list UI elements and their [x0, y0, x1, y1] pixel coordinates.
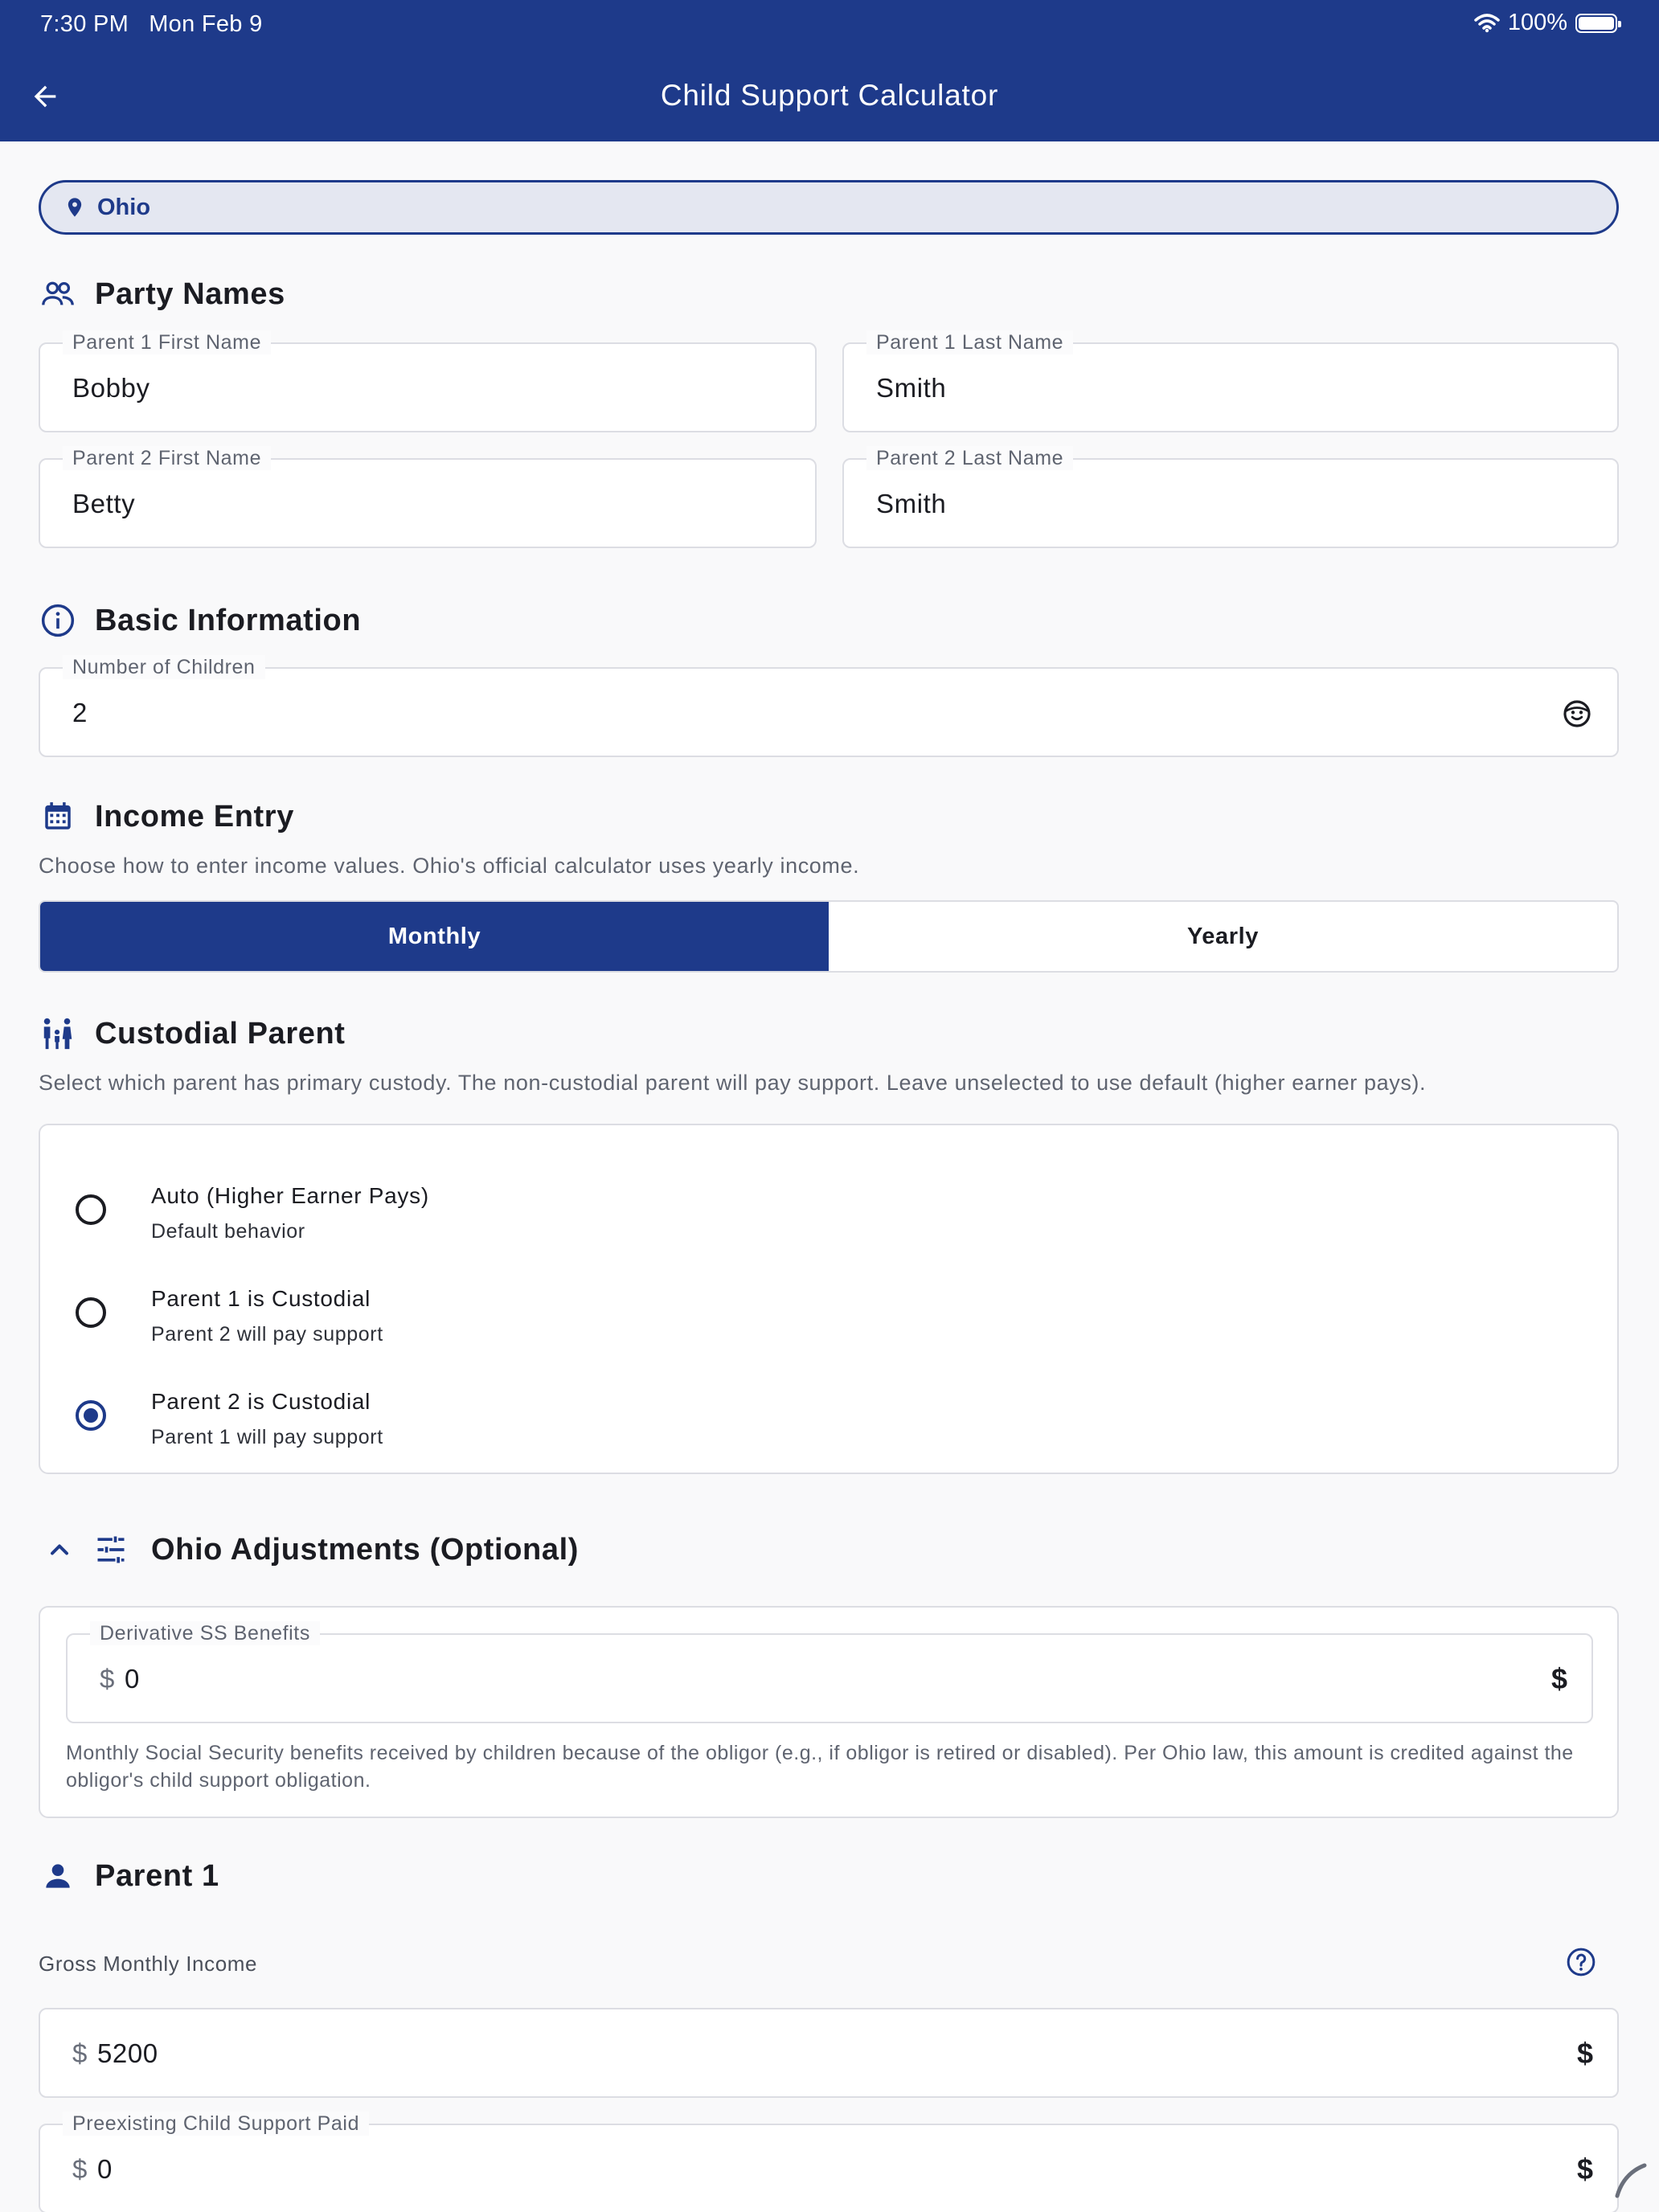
option-title: Parent 2 is Custodial — [151, 1389, 371, 1414]
custodial-helper: Select which parent has primary custody.… — [39, 1071, 1427, 1095]
adjustments-card: Derivative SS Benefits $0 $ Monthly Soci… — [39, 1606, 1619, 1818]
field-value: Bobby — [72, 373, 150, 403]
section-title: Income Entry — [95, 799, 294, 834]
help-circle-icon[interactable] — [1566, 1947, 1596, 1977]
section-title: Parent 1 — [95, 1858, 219, 1893]
monthly-option[interactable]: Monthly — [40, 902, 829, 971]
parent1-header: Parent 1 — [39, 1857, 219, 1895]
option-subtitle: Parent 2 will pay support — [151, 1323, 383, 1346]
person-icon — [46, 1864, 70, 1888]
income-entry-helper: Choose how to enter income values. Ohio'… — [39, 854, 860, 878]
location-pin-icon — [68, 198, 82, 217]
app-bar: 7:30 PM Mon Feb 9 100% Child Support Cal… — [0, 0, 1659, 141]
parent1-last-name-field[interactable]: Parent 1 Last Name Smith — [842, 330, 1619, 432]
custodial-option-parent1[interactable]: Parent 1 is Custodial Parent 2 will pay … — [40, 1270, 1617, 1358]
field-label: Parent 2 Last Name — [866, 446, 1074, 470]
section-title: Basic Information — [95, 603, 362, 637]
field-label: Preexisting Child Support Paid — [63, 2112, 370, 2136]
field-value: Smith — [876, 489, 947, 518]
custodial-options-card: Auto (Higher Earner Pays) Default behavi… — [39, 1124, 1619, 1474]
option-subtitle: Parent 1 will pay support — [151, 1426, 383, 1448]
radio-button[interactable] — [76, 1297, 106, 1328]
field-label: Parent 1 Last Name — [866, 330, 1074, 354]
income-period-toggle: Monthly Yearly — [39, 900, 1619, 973]
child-face-icon — [1563, 700, 1591, 727]
field-value: $5200 — [72, 2038, 158, 2068]
party-names-header: Party Names — [39, 275, 285, 313]
status-time: 7:30 PM Mon Feb 9 — [40, 11, 263, 37]
page-title: Child Support Calculator — [660, 79, 999, 112]
battery-percent: 100% — [1507, 10, 1567, 35]
field-value: $0 — [72, 2154, 113, 2184]
gross-monthly-income-field[interactable]: $5200 $ — [39, 2008, 1619, 2098]
radio-button[interactable] — [76, 1194, 106, 1225]
battery-icon — [1575, 13, 1621, 33]
wifi-icon — [1474, 13, 1500, 32]
ss-benefits-help: Monthly Social Security benefits receive… — [66, 1742, 1574, 1792]
parent2-last-name-field[interactable]: Parent 2 Last Name Smith — [842, 446, 1619, 548]
state-label: Ohio — [97, 194, 151, 220]
basic-info-header: Basic Information — [39, 601, 361, 640]
option-title: Parent 1 is Custodial — [151, 1286, 371, 1311]
field-label: Derivative SS Benefits — [90, 1621, 320, 1645]
family-icon — [43, 1018, 72, 1050]
preexisting-child-support-field[interactable]: Preexisting Child Support Paid $0 $ — [39, 2112, 1619, 2212]
field-value: $0 — [100, 1664, 140, 1694]
custodial-option-auto[interactable]: Auto (Higher Earner Pays) Default behavi… — [40, 1167, 1617, 1256]
parent1-first-name-field[interactable]: Parent 1 First Name Bobby — [39, 330, 817, 432]
custodial-parent-header: Custodial Parent — [39, 1014, 346, 1053]
chevron-up-icon — [51, 1544, 68, 1555]
yearly-option[interactable]: Yearly — [829, 902, 1617, 971]
adjustments-header[interactable]: Ohio Adjustments (Optional) — [45, 1532, 579, 1567]
field-value: 2 — [72, 698, 88, 727]
section-title: Custodial Parent — [95, 1016, 346, 1051]
field-value: Smith — [876, 373, 947, 403]
info-icon — [41, 604, 75, 637]
number-of-children-field[interactable]: Number of Children 2 — [39, 655, 1619, 757]
status-indicators: 100% — [1474, 10, 1621, 36]
gross-income-label: Gross Monthly Income — [39, 1952, 258, 1976]
custodial-option-parent2[interactable]: Parent 2 is Custodial Parent 1 will pay … — [40, 1373, 1617, 1461]
income-entry-header: Income Entry — [39, 797, 294, 836]
tune-icon — [97, 1536, 125, 1563]
derivative-ss-benefits-field[interactable]: Derivative SS Benefits $0 $ — [66, 1621, 1593, 1723]
section-title: Ohio Adjustments (Optional) — [151, 1532, 579, 1567]
field-value: Betty — [72, 489, 136, 518]
radio-button-selected[interactable] — [76, 1400, 106, 1431]
field-label: Number of Children — [63, 655, 265, 679]
state-selector[interactable]: Ohio — [39, 180, 1619, 235]
calendar-icon — [45, 802, 71, 830]
dollar-icon: $ — [1576, 2037, 1593, 2070]
field-label: Parent 2 First Name — [63, 446, 272, 470]
parent2-first-name-field[interactable]: Parent 2 First Name Betty — [39, 446, 817, 548]
dollar-icon: $ — [1576, 2153, 1593, 2185]
people-icon — [42, 281, 74, 305]
field-label: Parent 1 First Name — [63, 330, 272, 354]
option-subtitle: Default behavior — [151, 1220, 305, 1243]
dollar-icon: $ — [1550, 1662, 1567, 1695]
scroll-indicator[interactable] — [1612, 2154, 1648, 2202]
option-title: Auto (Higher Earner Pays) — [151, 1183, 429, 1208]
section-title: Party Names — [95, 276, 285, 311]
